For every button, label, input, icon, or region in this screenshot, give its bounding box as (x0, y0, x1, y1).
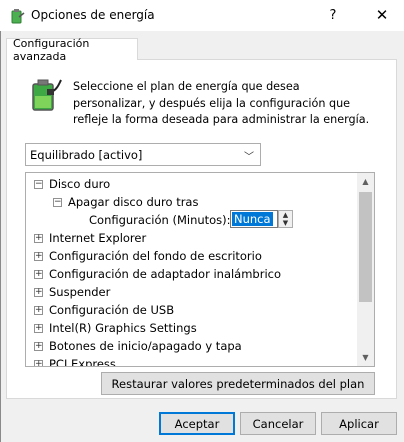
tree-item-label: Configuración de adaptador inalámbrico (49, 267, 282, 281)
minutes-input[interactable]: Nunca (230, 210, 278, 228)
tree-item-label: Configuración del fondo de escritorio (49, 249, 262, 263)
battery-plug-icon (32, 79, 62, 111)
scroll-up-icon[interactable]: ▲ (357, 173, 374, 190)
close-button[interactable]: ✕ (367, 2, 397, 28)
spin-up-icon[interactable]: ▲ (279, 211, 292, 219)
tree-item-label: Botones de inicio/apagado y tapa (49, 339, 242, 353)
tree-item[interactable]: + Suspender (34, 283, 110, 301)
tree-item-label: Configuración de USB (49, 303, 175, 317)
tree-item-label: Suspender (49, 285, 111, 299)
scroll-down-icon[interactable]: ▼ (357, 349, 374, 366)
expand-icon[interactable]: + (34, 269, 43, 279)
cancel-button[interactable]: Cancelar (240, 412, 316, 435)
chevron-down-icon: ﹀ (244, 152, 254, 163)
apply-button[interactable]: Aplicar (321, 412, 397, 435)
plan-select[interactable]: Equilibrado [activo] ﹀ (25, 143, 261, 166)
expand-icon[interactable]: + (34, 341, 43, 351)
tree-item-label: Apagar disco duro tras (68, 195, 199, 209)
scroll-thumb[interactable] (359, 192, 372, 302)
tree-scrollbar[interactable]: ▲ ▼ (357, 173, 374, 366)
tree-item-label: Intel(R) Graphics Settings (49, 321, 197, 335)
minutes-spinbox[interactable]: Nunca ▲ ▼ (230, 210, 294, 228)
tree-item-config-minutos: Configuración (Minutos): (89, 211, 231, 229)
expand-icon[interactable]: + (34, 323, 43, 333)
collapse-icon[interactable]: − (34, 179, 43, 189)
tab-configuracion-avanzada[interactable]: Configuración avanzada (6, 37, 138, 63)
plan-select-value: Equilibrado [activo] (30, 147, 143, 162)
expand-icon[interactable]: + (34, 287, 43, 297)
expand-icon[interactable]: + (34, 305, 43, 315)
tree-item-disco-duro[interactable]: − Disco duro (34, 175, 110, 193)
spin-down-icon[interactable]: ▼ (279, 219, 292, 227)
tree-item[interactable]: + PCI Express (34, 355, 116, 367)
tree-item[interactable]: + Configuración de USB (34, 301, 174, 319)
tree-item-label: PCI Express (49, 357, 116, 367)
minutes-value: Nunca (232, 212, 273, 226)
restore-defaults-button[interactable]: Restaurar valores predeterminados del pl… (101, 372, 375, 395)
accept-button[interactable]: Aceptar (159, 412, 235, 435)
tree-item-label: Internet Explorer (49, 231, 147, 245)
expand-icon[interactable]: + (34, 359, 43, 366)
battery-plug-icon (11, 9, 25, 24)
window-title: Opciones de energía (31, 8, 155, 22)
tree-item[interactable]: + Internet Explorer (34, 229, 146, 247)
expand-icon[interactable]: + (34, 251, 43, 261)
tree-item[interactable]: + Botones de inicio/apagado y tapa (34, 337, 242, 355)
tree-item[interactable]: + Intel(R) Graphics Settings (34, 319, 197, 337)
expand-icon[interactable]: + (34, 233, 43, 243)
tree-item[interactable]: + Configuración de adaptador inalámbrico (34, 265, 281, 283)
tree-item-label: Disco duro (49, 177, 111, 191)
spin-buttons[interactable]: ▲ ▼ (278, 210, 293, 228)
tree-item[interactable]: + Configuración del fondo de escritorio (34, 247, 262, 265)
description-text: Seleccione el plan de energía que desea … (73, 80, 370, 126)
help-button[interactable]: ? (319, 2, 347, 28)
settings-tree: − Disco duro − Apagar disco duro tras Co… (25, 172, 375, 367)
tree-item-apagar-disco[interactable]: − Apagar disco duro tras (53, 193, 198, 211)
collapse-icon[interactable]: − (53, 197, 62, 207)
setting-label: Configuración (Minutos): (89, 213, 231, 227)
title-bar: Opciones de energía ? ✕ (0, 0, 404, 31)
